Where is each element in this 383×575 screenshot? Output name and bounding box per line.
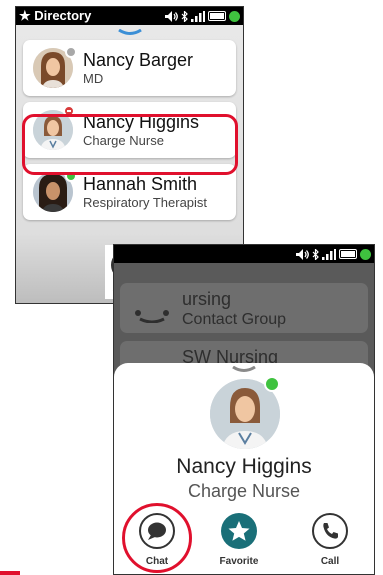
presence-status-icon xyxy=(229,10,240,22)
group-icon xyxy=(135,310,169,323)
battery-icon xyxy=(208,11,226,21)
accent-bar xyxy=(0,571,20,575)
call-button[interactable]: Call xyxy=(302,513,358,573)
status-bar xyxy=(114,245,374,263)
presence-indicator xyxy=(65,46,77,58)
favorite-label: Favorite xyxy=(219,556,259,567)
presence-indicator xyxy=(264,376,280,392)
bluetooth-icon xyxy=(181,10,188,22)
highlight-outline xyxy=(122,503,192,573)
call-label: Call xyxy=(320,556,340,567)
bluetooth-icon xyxy=(312,248,319,260)
contact-name: Nancy Higgins xyxy=(176,455,312,478)
contact-detail-screen: ursing Contact Group SW Nursing Nancy Hi… xyxy=(113,244,375,575)
volume-icon xyxy=(296,248,309,260)
star-icon xyxy=(221,513,257,549)
contact-group-card: ursing Contact Group xyxy=(120,283,368,333)
contact-card[interactable]: Nancy Barger MD xyxy=(23,40,236,96)
contact-detail-sheet: Nancy Higgins Charge Nurse Chat Favorite xyxy=(114,363,374,574)
presence-status-icon xyxy=(360,248,371,260)
chevron-down-icon[interactable] xyxy=(117,29,142,36)
contact-role: Charge Nurse xyxy=(187,481,301,501)
contact-role: MD xyxy=(83,71,104,86)
group-subtitle: Contact Group xyxy=(182,311,287,328)
signal-icon xyxy=(322,248,336,260)
status-bar: ★ Directory xyxy=(16,7,243,25)
group-title: ursing xyxy=(182,289,232,309)
contact-role: Respiratory Therapist xyxy=(83,195,208,210)
phone-icon xyxy=(312,513,348,549)
chevron-down-icon[interactable] xyxy=(232,366,256,373)
volume-icon xyxy=(165,10,178,22)
signal-icon xyxy=(191,10,205,22)
contact-name: Hannah Smith xyxy=(83,174,198,194)
highlight-outline xyxy=(22,114,238,175)
battery-icon xyxy=(339,249,357,259)
contact-name: Nancy Barger xyxy=(83,50,194,70)
favorite-button[interactable]: Favorite xyxy=(211,513,267,573)
screen-title: ★ Directory xyxy=(19,8,92,23)
